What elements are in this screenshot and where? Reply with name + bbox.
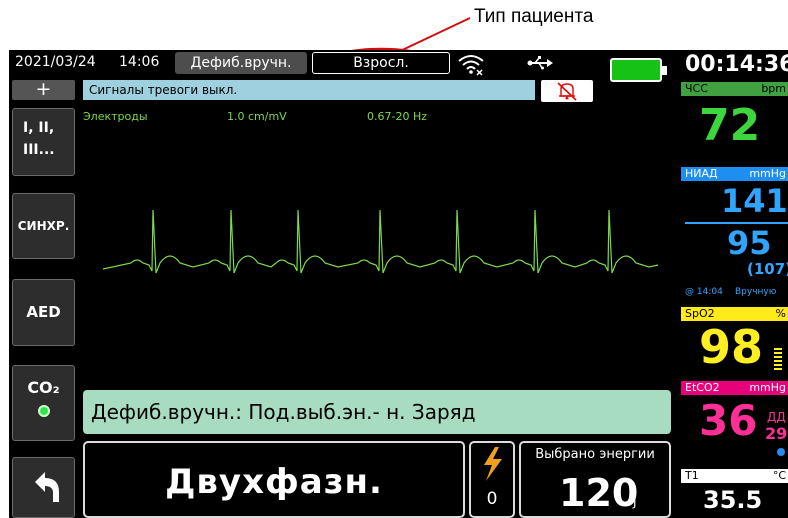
back-button[interactable] [12,457,75,518]
waveform-type-button[interactable]: Двухфазн. [83,441,465,518]
elapsed-clock: 00:14:36 [685,52,788,77]
hr-unit: bpm [761,82,786,95]
aed-button[interactable]: AED [12,279,75,346]
temp-header[interactable]: T1 °C [681,469,788,483]
selected-energy-button[interactable]: Выбрано энергии 120 J [519,441,671,518]
hr-header[interactable]: ЧСС bpm [681,82,788,96]
selected-energy-label: Выбрано энергии [535,447,655,462]
hr-label: ЧСС [685,82,708,95]
sync-button[interactable]: СИНХР. [12,193,75,259]
wifi-icon [458,55,484,76]
co2-status-dot [37,405,50,417]
nibp-unit: mmHg [749,167,786,180]
shock-count: 0 [486,489,498,509]
etco2-header[interactable]: EtCO2 mmHg [681,381,788,395]
shock-counter: 0 [469,441,515,518]
vitals-panel: 00:14:36 ЧСС bpm 72 НИАД mmHg 141 95 (10… [681,50,788,518]
temp-value: 35.5 [703,486,763,514]
monitor-screen: 2021/03/24 14:06 Дефиб.вручн. Взросл. + … [9,50,788,518]
back-arrow-icon [35,472,59,502]
energy-unit: J [633,495,637,509]
alarm-off-icon[interactable] [541,80,593,102]
co2-button[interactable]: CO₂ [12,365,75,441]
nibp-header[interactable]: НИАД mmHg [681,167,788,181]
leads-line-2: III... [23,142,55,158]
add-button[interactable]: + [12,80,75,100]
selected-energy-value: 120 [559,471,639,515]
nibp-mean: (107) [747,260,788,278]
temp-unit: °C [772,469,786,482]
spo2-header[interactable]: SpO2 % [681,307,788,321]
nibp-mode: Вручную [735,287,777,297]
etco2-label: EtCO2 [685,381,720,394]
nibp-diastolic: 95 [727,224,772,262]
co2-label: CO₂ [27,378,60,397]
battery-icon [610,58,667,82]
usb-icon [527,56,553,70]
resp-rate-value: 29 [765,424,788,443]
alarm-banner: Сигналы тревоги выкл. [83,80,535,100]
hr-value: 72 [699,100,761,151]
resp-rate-label: ДД [767,410,786,424]
spo2-signal-bars [774,348,782,372]
time-display: 14:06 [119,54,160,70]
leads-line-1: I, II, [23,120,55,136]
etco2-unit: mmHg [749,381,786,394]
ecg-waveform [102,209,659,274]
date-display: 2021/03/24 [15,54,96,70]
resp-indicator-dot [777,448,785,456]
nibp-time: @ 14:04 [685,287,723,297]
nibp-label: НИАД [685,167,718,180]
temp-label: T1 [685,469,699,482]
status-bar: 2021/03/24 14:06 Дефиб.вручн. Взросл. [9,50,679,82]
mode-indicator: Дефиб.вручн. [175,52,307,74]
spo2-label: SpO2 [685,307,715,320]
spo2-unit: % [775,307,786,320]
etco2-value: 36 [699,396,758,445]
leads-button[interactable]: I, II, III... [12,108,75,176]
ecg-filter: 0.67-20 Hz [367,110,428,123]
nibp-systolic: 141 [721,182,788,220]
lightning-icon [484,447,502,481]
ecg-gain: 1.0 cm/mV [227,110,287,123]
patient-type-button[interactable]: Взросл. [312,52,450,74]
status-message: Дефиб.вручн.: Под.выб.эн.- н. Заряд [83,390,671,434]
ecg-source: Электроды [83,110,148,123]
spo2-value: 98 [699,320,764,374]
